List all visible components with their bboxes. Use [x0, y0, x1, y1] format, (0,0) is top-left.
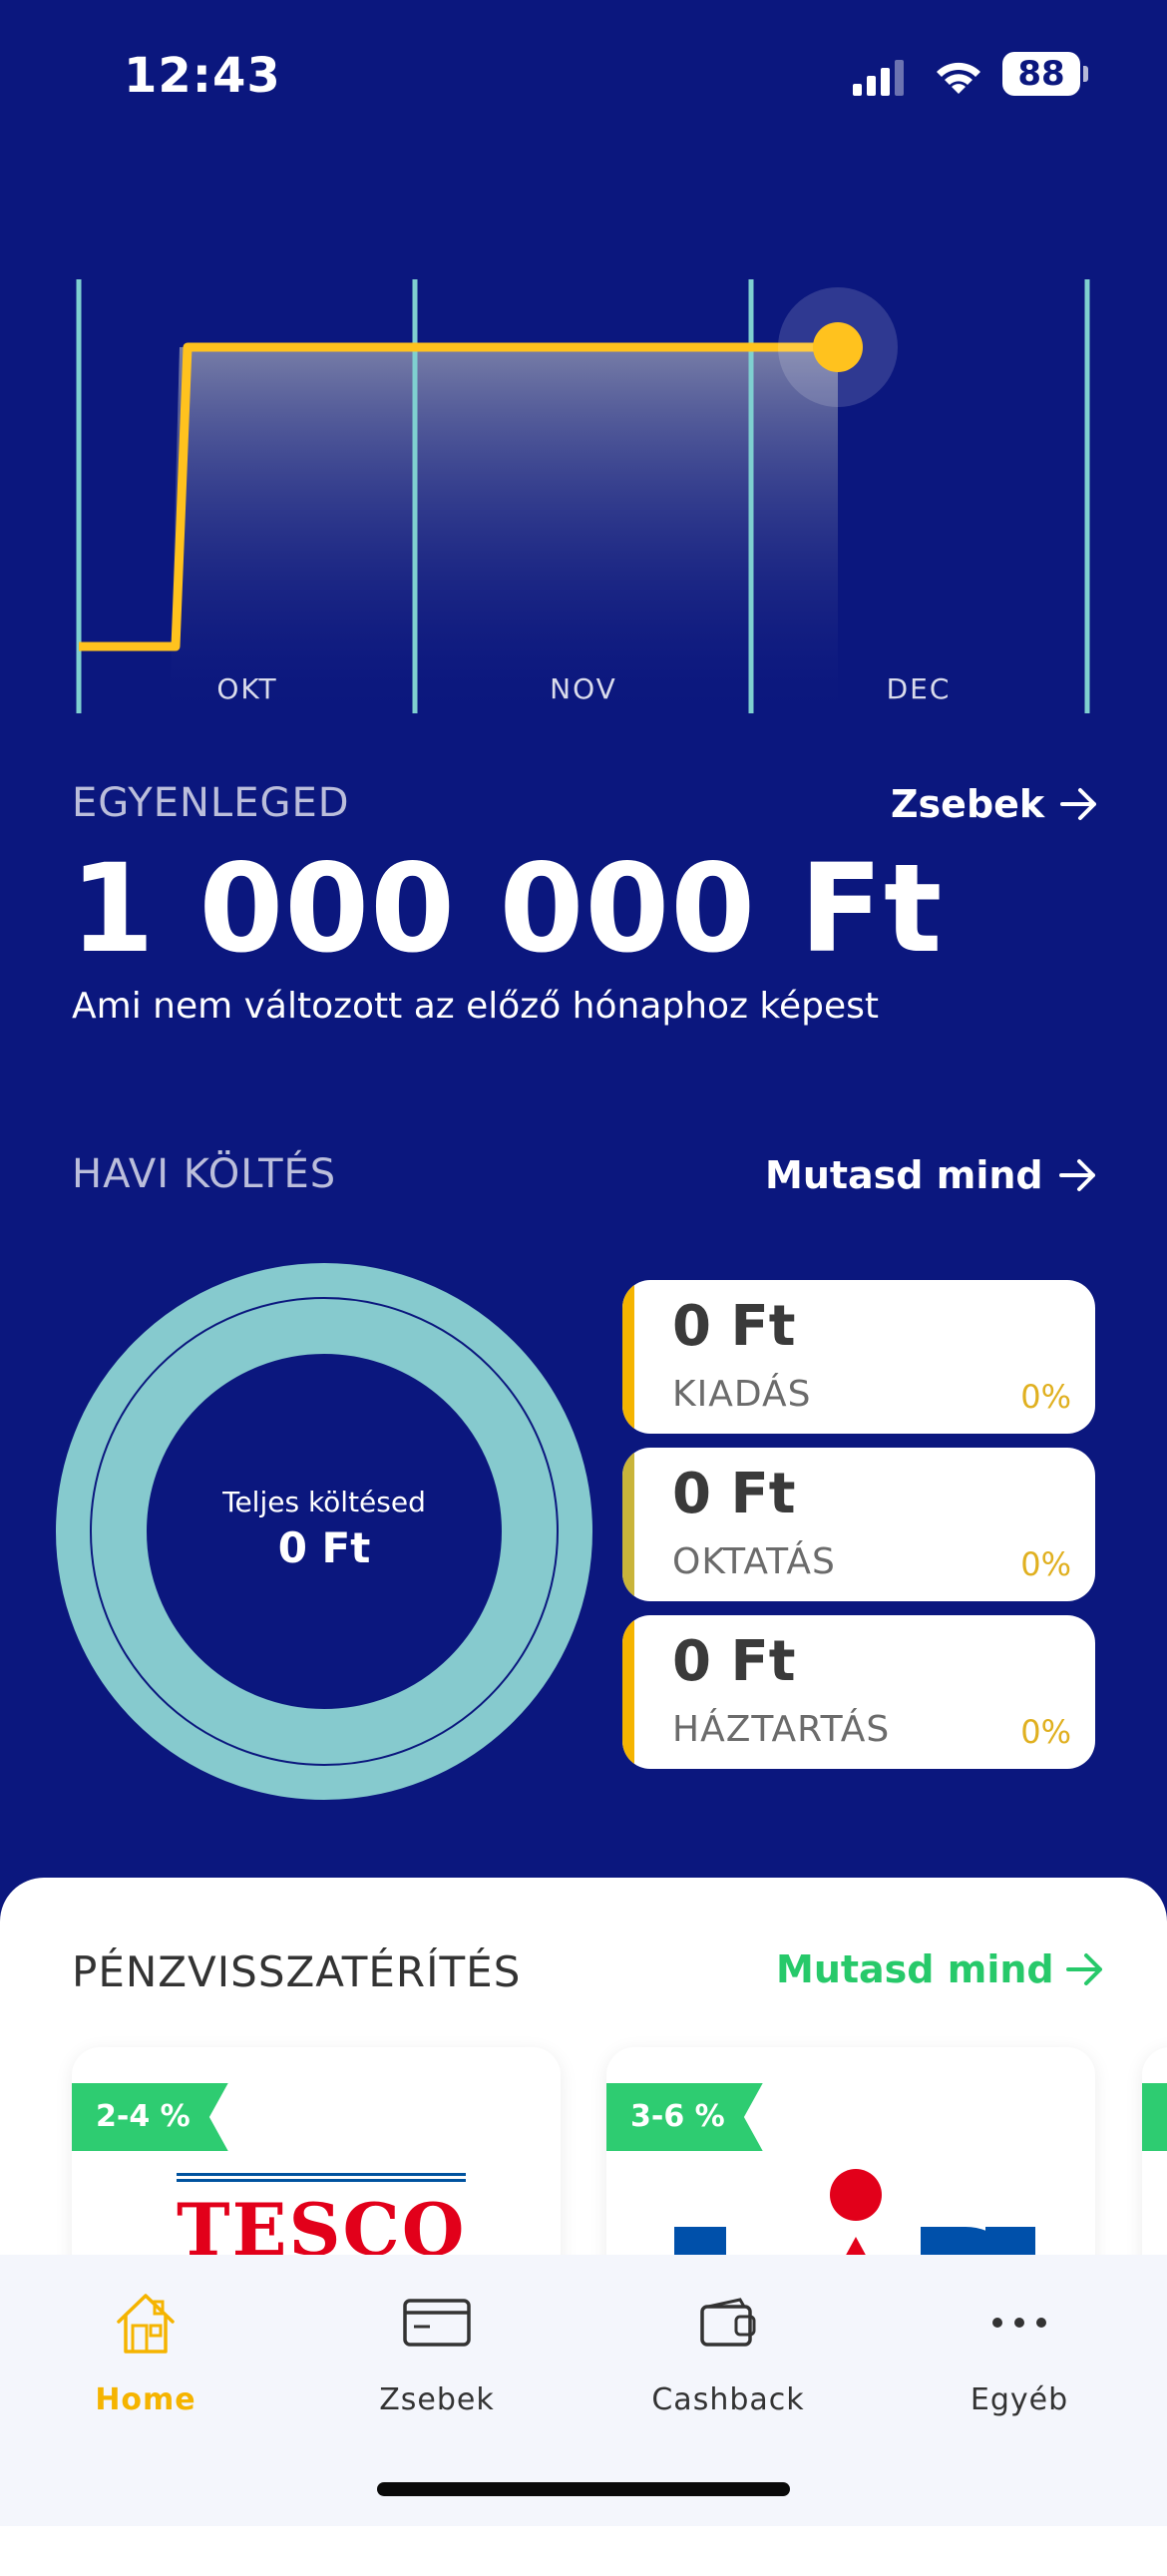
total-spending-value: 0 Ft	[277, 1523, 371, 1572]
tab-label: Home	[95, 2382, 196, 2417]
tab-home[interactable]: Home	[0, 2285, 291, 2417]
show-all-cashback-link[interactable]: Mutasd mind	[776, 1947, 1106, 1991]
tab-label: Egyéb	[970, 2382, 1069, 2417]
battery-tip	[1083, 66, 1088, 82]
tab-egyeb[interactable]: Egyéb	[874, 2285, 1165, 2417]
balance-amount: 1 000 000 Ft	[70, 838, 944, 980]
spending-card-kiadas[interactable]: 0 Ft KIADÁS 0%	[622, 1280, 1095, 1434]
card-category: HÁZTARTÁS	[672, 1709, 891, 1750]
signal-icon	[853, 60, 904, 96]
chart-month-label: OKT	[216, 672, 277, 705]
chart-area	[170, 347, 838, 708]
balance-subtitle: Ami nem változott az előző hónaphoz képe…	[72, 986, 879, 1027]
card-accent	[622, 1280, 634, 1434]
cashback-rate-tag	[1142, 2083, 1167, 2151]
chart-current-point	[813, 322, 863, 372]
card-accent	[622, 1448, 634, 1601]
tab-label: Zsebek	[379, 2382, 495, 2417]
tab-zsebek[interactable]: Zsebek	[291, 2285, 583, 2417]
total-spending-label: Teljes költésed	[222, 1486, 426, 1518]
card-accent	[622, 1615, 634, 1769]
wifi-icon	[937, 62, 980, 94]
show-all-label: Mutasd mind	[776, 1947, 1054, 1991]
tesco-logo-stripes	[177, 2173, 466, 2182]
more-dots-icon	[992, 2318, 1046, 2328]
status-bar: 12:43 88	[0, 0, 1167, 150]
cashback-rate-tag: 3-6 %	[606, 2083, 763, 2151]
chart-month-label: NOV	[550, 672, 617, 705]
show-all-label: Mutasd mind	[765, 1153, 1043, 1197]
chart-month-label: DEC	[887, 672, 952, 705]
zsebek-link-label: Zsebek	[891, 782, 1045, 826]
cashback-rate-tag: 2-4 %	[72, 2083, 228, 2151]
arrow-right-icon	[1060, 788, 1097, 820]
arrow-right-icon	[1065, 1953, 1102, 1985]
card-amount: 0 Ft	[672, 1294, 796, 1359]
balance-chart: OKT NOV DEC	[76, 279, 1090, 713]
battery-icon: 88	[1002, 52, 1080, 96]
show-all-spending-link[interactable]: Mutasd mind	[765, 1153, 1099, 1197]
zsebek-link[interactable]: Zsebek	[891, 782, 1100, 826]
card-percent: 0%	[1020, 1545, 1071, 1583]
card-category: KIADÁS	[672, 1374, 812, 1415]
status-time: 12:43	[124, 48, 281, 104]
card-category: OKTATÁS	[672, 1541, 836, 1582]
card-icon	[403, 2299, 471, 2347]
spending-card-oktatas[interactable]: 0 Ft OKTATÁS 0%	[622, 1448, 1095, 1601]
home-indicator	[377, 2482, 790, 2496]
tab-cashback[interactable]: Cashback	[583, 2285, 874, 2417]
card-percent: 0%	[1020, 1713, 1071, 1751]
balance-label: EGYENLEGED	[72, 780, 350, 826]
cashback-title: PÉNZVISSZATÉRÍTÉS	[72, 1947, 522, 1996]
card-amount: 0 Ft	[672, 1462, 796, 1526]
spending-card-haztartas[interactable]: 0 Ft HÁZTARTÁS 0%	[622, 1615, 1095, 1769]
monthly-spending-label: HAVI KÖLTÉS	[72, 1151, 337, 1197]
spending-ring-chart: Teljes költésed 0 Ft	[55, 1262, 593, 1801]
tab-label: Cashback	[651, 2382, 805, 2417]
card-amount: 0 Ft	[672, 1629, 796, 1694]
wallet-icon	[700, 2298, 756, 2347]
home-icon	[117, 2294, 175, 2354]
card-percent: 0%	[1020, 1378, 1071, 1416]
arrow-right-icon	[1058, 1159, 1095, 1191]
